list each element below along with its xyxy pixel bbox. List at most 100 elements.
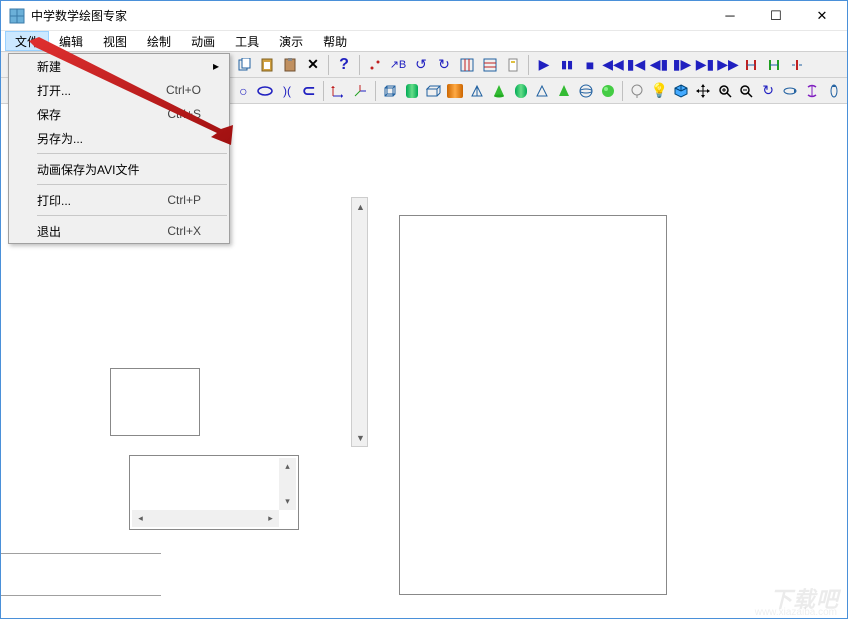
spin-icon[interactable] bbox=[801, 80, 822, 102]
menu-save[interactable]: 保存Ctrl+S bbox=[9, 102, 229, 126]
last-icon[interactable]: ▶▮ bbox=[694, 54, 716, 76]
help-icon[interactable]: ? bbox=[333, 54, 355, 76]
parabola-icon[interactable]: ⊂ bbox=[298, 80, 319, 102]
file-menu-dropdown: 新建▸ 打开...Ctrl+O 保存Ctrl+S 另存为... 动画保存为AVI… bbox=[8, 53, 230, 244]
marker-green-icon[interactable] bbox=[763, 54, 785, 76]
sphere-green-icon[interactable] bbox=[597, 80, 618, 102]
stop-icon[interactable]: ■ bbox=[579, 54, 601, 76]
drawing-panel-large[interactable] bbox=[399, 215, 667, 595]
menu-tools[interactable]: 工具 bbox=[225, 31, 269, 51]
text-area[interactable] bbox=[132, 458, 279, 510]
tilt-icon[interactable] bbox=[823, 80, 844, 102]
pause-icon[interactable]: ▮▮ bbox=[556, 54, 578, 76]
cone2-wire-icon[interactable] bbox=[532, 80, 553, 102]
bottom-edge-1 bbox=[1, 553, 161, 555]
axes-3d-icon[interactable] bbox=[350, 80, 371, 102]
axes-2d-icon[interactable] bbox=[328, 80, 349, 102]
page-icon[interactable] bbox=[502, 54, 524, 76]
menu-file[interactable]: 文件 bbox=[5, 31, 49, 51]
separator bbox=[375, 81, 376, 101]
marker-red-icon[interactable] bbox=[740, 54, 762, 76]
menu-separator bbox=[37, 215, 227, 216]
watermark-url: www.xiazaiba.com bbox=[755, 607, 837, 618]
zoom-in-icon[interactable] bbox=[714, 80, 735, 102]
play-icon[interactable]: ▶ bbox=[533, 54, 555, 76]
menu-help[interactable]: 帮助 bbox=[313, 31, 357, 51]
separator bbox=[622, 81, 623, 101]
separator bbox=[328, 55, 329, 75]
scrollbar-v-2[interactable]: ▴ ▾ bbox=[279, 458, 296, 510]
separator bbox=[528, 55, 529, 75]
close-button[interactable]: ✕ bbox=[799, 1, 845, 31]
bulb-icon[interactable]: 💡 bbox=[649, 80, 670, 102]
prev-icon[interactable]: ◀◀ bbox=[602, 54, 624, 76]
next-icon[interactable]: ▶▶ bbox=[717, 54, 739, 76]
menu-bar: 文件 编辑 视图 绘制 动画 工具 演示 帮助 bbox=[1, 31, 847, 52]
sphere-wire-icon[interactable] bbox=[576, 80, 597, 102]
cube-wire-icon[interactable] bbox=[380, 80, 401, 102]
move-icon[interactable] bbox=[692, 80, 713, 102]
step-fwd-icon[interactable]: ▮▶ bbox=[671, 54, 693, 76]
rotate-cw-icon[interactable]: ↻ bbox=[433, 54, 455, 76]
ellipse-icon[interactable] bbox=[255, 80, 276, 102]
menu-save-avi[interactable]: 动画保存为AVI文件 bbox=[9, 157, 229, 181]
graph-b-icon[interactable]: ↗B bbox=[387, 54, 409, 76]
menu-draw[interactable]: 绘制 bbox=[137, 31, 181, 51]
delete-icon[interactable]: ✕ bbox=[302, 54, 324, 76]
grid-h-icon[interactable] bbox=[479, 54, 501, 76]
text-box[interactable]: ▴ ▾ ◂ ▸ bbox=[129, 455, 299, 530]
step-back-icon[interactable]: ◀▮ bbox=[648, 54, 670, 76]
scroll-down-icon[interactable]: ▾ bbox=[279, 493, 296, 510]
cuboid-orange-icon[interactable] bbox=[445, 80, 466, 102]
menu-edit[interactable]: 编辑 bbox=[49, 31, 93, 51]
scroll-left-icon[interactable]: ◂ bbox=[132, 510, 149, 527]
menu-demo[interactable]: 演示 bbox=[269, 31, 313, 51]
split-icon[interactable] bbox=[786, 54, 808, 76]
menu-animation[interactable]: 动画 bbox=[181, 31, 225, 51]
cone-green-icon[interactable] bbox=[488, 80, 509, 102]
drawing-panel-small[interactable] bbox=[110, 368, 200, 436]
menu-separator bbox=[37, 153, 227, 154]
minimize-button[interactable]: ─ bbox=[707, 1, 753, 31]
scroll-right-icon[interactable]: ▸ bbox=[262, 510, 279, 527]
separator bbox=[323, 81, 324, 101]
scroll-down-icon[interactable]: ▼ bbox=[352, 429, 369, 446]
pyramid-wire-icon[interactable] bbox=[467, 80, 488, 102]
scroll-up-icon[interactable]: ▴ bbox=[279, 458, 296, 475]
cube-3d-icon[interactable] bbox=[671, 80, 692, 102]
title-bar: 中学数学绘图专家 ─ ☐ ✕ bbox=[1, 1, 847, 31]
menu-separator bbox=[37, 184, 227, 185]
grid-v-icon[interactable] bbox=[456, 54, 478, 76]
maximize-button[interactable]: ☐ bbox=[753, 1, 799, 31]
bottom-edge-2 bbox=[1, 595, 161, 603]
app-icon bbox=[9, 8, 25, 24]
zoom-out-icon[interactable] bbox=[736, 80, 757, 102]
cuboid-wire-icon[interactable] bbox=[423, 80, 444, 102]
rotate-ccw-icon[interactable]: ↺ bbox=[410, 54, 432, 76]
menu-print[interactable]: 打印...Ctrl+P bbox=[9, 188, 229, 212]
balloon-wire-icon[interactable] bbox=[627, 80, 648, 102]
first-icon[interactable]: ▮◀ bbox=[625, 54, 647, 76]
scroll-up-icon[interactable]: ▲ bbox=[352, 198, 369, 215]
circle-icon[interactable]: ○ bbox=[233, 80, 254, 102]
copy-icon[interactable] bbox=[233, 54, 255, 76]
window-title: 中学数学绘图专家 bbox=[31, 7, 707, 24]
clipboard-icon[interactable] bbox=[279, 54, 301, 76]
scrollbar-h[interactable]: ◂ ▸ bbox=[132, 510, 279, 527]
cylinder-green-icon[interactable] bbox=[401, 80, 422, 102]
hyperbola-icon[interactable]: )( bbox=[277, 80, 298, 102]
menu-open[interactable]: 打开...Ctrl+O bbox=[9, 78, 229, 102]
menu-new[interactable]: 新建▸ bbox=[9, 54, 229, 78]
cone2-green-icon[interactable] bbox=[554, 80, 575, 102]
submenu-arrow-icon: ▸ bbox=[213, 59, 219, 73]
orbit-icon[interactable] bbox=[780, 80, 801, 102]
cylinder2-green-icon[interactable] bbox=[510, 80, 531, 102]
menu-exit[interactable]: 退出Ctrl+X bbox=[9, 219, 229, 243]
menu-view[interactable]: 视图 bbox=[93, 31, 137, 51]
separator bbox=[359, 55, 360, 75]
paste-icon[interactable] bbox=[256, 54, 278, 76]
refresh-icon[interactable]: ↻ bbox=[758, 80, 779, 102]
scrollbar-v-1[interactable]: ▲ ▼ bbox=[351, 197, 368, 447]
point-tool-icon[interactable] bbox=[364, 54, 386, 76]
menu-save-as[interactable]: 另存为... bbox=[9, 126, 229, 150]
